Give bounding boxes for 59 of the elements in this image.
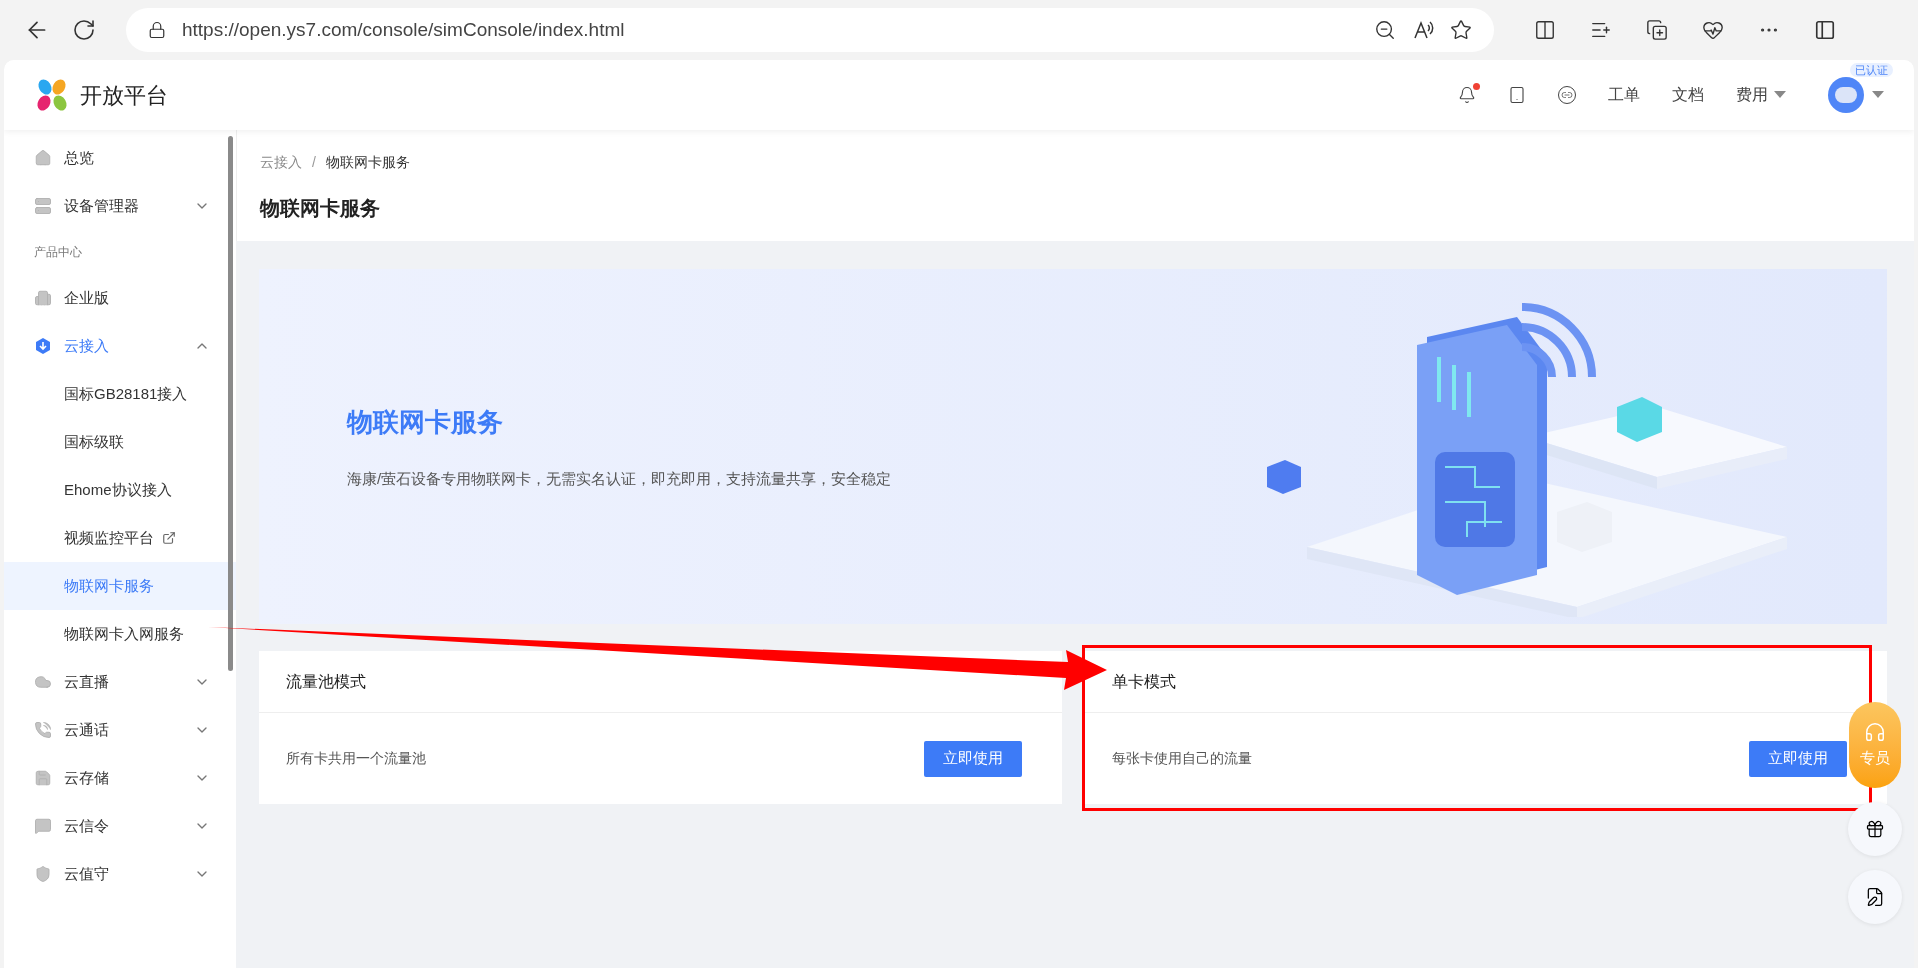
card-description: 每张卡使用自己的流量	[1111, 749, 1252, 768]
caret-icon	[1774, 91, 1786, 99]
external-link-icon	[162, 531, 176, 545]
verified-badge: 已认证	[1850, 63, 1893, 77]
sidebar-item[interactable]: 设备管理器	[4, 182, 236, 230]
submenu-item[interactable]: 国标GB28181接入	[4, 370, 236, 418]
phone-icon	[34, 721, 52, 739]
scrollbar[interactable]	[228, 136, 233, 671]
sidebar-item[interactable]: 总览	[4, 134, 236, 182]
card-description: 所有卡共用一个流量池	[286, 749, 426, 768]
zoom-out-icon[interactable]	[1374, 19, 1396, 41]
chat-icon	[34, 817, 52, 835]
submenu-item[interactable]: Ehome协议接入	[4, 466, 236, 514]
logo-text: 开放平台	[80, 81, 168, 110]
headset-icon	[1864, 720, 1886, 743]
home-icon	[34, 149, 52, 167]
server-icon	[34, 197, 52, 215]
use-now-button[interactable]: 立即使用	[923, 740, 1022, 777]
gift-icon	[1865, 819, 1885, 839]
sidebar-item[interactable]: 云值守	[4, 850, 236, 898]
sidebar-item[interactable]: 企业版	[4, 274, 236, 322]
shield-icon	[34, 865, 52, 883]
header-link[interactable]: 费用	[1736, 83, 1786, 107]
caret-icon[interactable]	[1872, 91, 1884, 99]
sidebar-toggle-icon[interactable]	[1814, 19, 1836, 41]
sidebar-item[interactable]: 云通话	[4, 706, 236, 754]
header-link[interactable]: 文档	[1672, 83, 1704, 107]
shield-download-icon	[34, 337, 52, 355]
use-now-button[interactable]: 立即使用	[1749, 740, 1847, 777]
address-bar[interactable]: https://open.ys7.com/console/simConsole/index.html	[126, 8, 1494, 52]
banner-description: 海康/萤石设备专用物联网卡，无需实名认证，即充即用，支持流量共享，安全稳定	[347, 468, 892, 489]
read-aloud-icon[interactable]	[1412, 19, 1434, 41]
sidebar-item[interactable]: 云存储	[4, 754, 236, 802]
avatar[interactable]	[1828, 77, 1864, 113]
submenu-item[interactable]: 国标级联	[4, 418, 236, 466]
breadcrumb-separator: /	[312, 153, 316, 172]
header-link[interactable]: 工单	[1608, 83, 1640, 107]
sidebar-item[interactable]: 云接入	[4, 322, 236, 370]
building-icon	[34, 289, 52, 307]
banner-title: 物联网卡服务	[347, 405, 504, 439]
cloud-icon	[34, 673, 52, 691]
reload-icon[interactable]	[72, 18, 96, 42]
submenu-item[interactable]: 物联网卡服务	[4, 562, 236, 610]
sidebar-item[interactable]: 云信令	[4, 802, 236, 850]
split-screen-icon[interactable]	[1534, 19, 1556, 41]
note-edit-icon	[1865, 887, 1885, 907]
page-title: 物联网卡服务	[260, 196, 381, 221]
sidebar-item[interactable]: 云直播	[4, 658, 236, 706]
health-icon[interactable]	[1702, 19, 1724, 41]
breadcrumb-item: 物联网卡服务	[325, 153, 410, 172]
lock-icon	[148, 21, 166, 39]
favorite-icon[interactable]	[1450, 19, 1472, 41]
breadcrumb-item[interactable]: 云接入	[260, 152, 302, 173]
submenu-item[interactable]: 物联网卡入网服务	[4, 610, 236, 658]
collections-icon[interactable]	[1646, 19, 1668, 41]
submenu-item[interactable]: 视频监控平台	[4, 514, 236, 562]
tablet-icon[interactable]	[1508, 86, 1526, 104]
url-text: https://open.ys7.com/console/simConsole/index.html	[182, 17, 626, 42]
section-label: 产品中心	[33, 244, 83, 261]
